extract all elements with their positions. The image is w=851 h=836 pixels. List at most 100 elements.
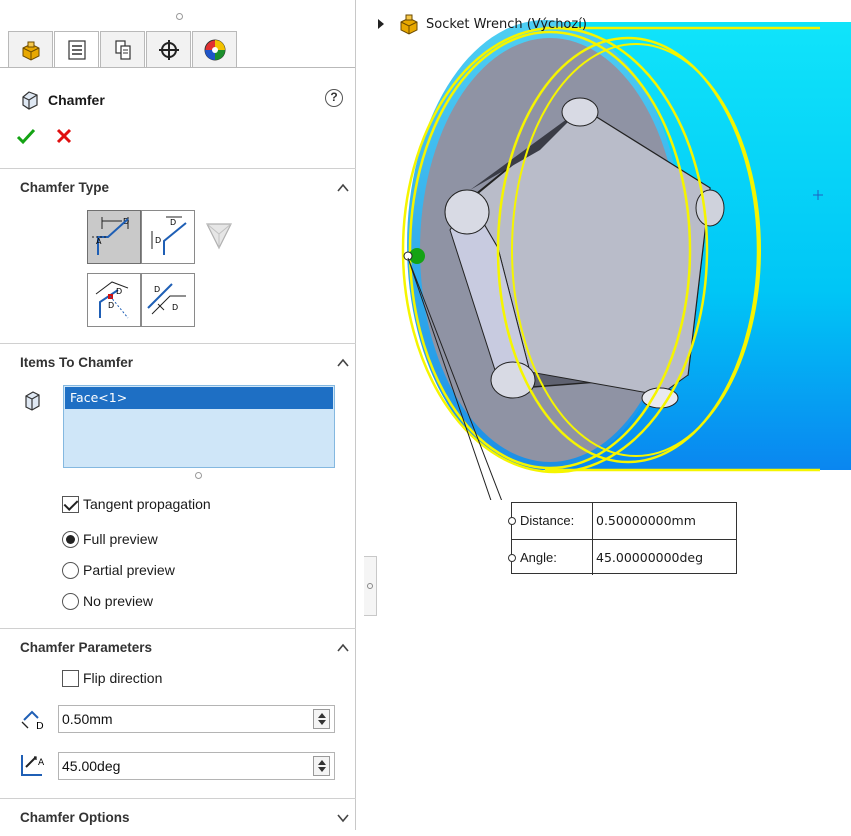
chamfer-feature-icon (22, 91, 38, 110)
chevron-down-icon[interactable] (336, 811, 350, 825)
tab-display-manager[interactable] (192, 31, 237, 68)
radio-label: Partial preview (83, 562, 175, 578)
svg-text:D: D (155, 236, 161, 245)
spin-down-icon[interactable] (318, 767, 326, 772)
chevron-up-icon[interactable] (336, 641, 350, 655)
section-chamfer-options[interactable]: Chamfer Options (0, 798, 356, 836)
callout-anchor-icon (508, 517, 516, 525)
radio-button[interactable] (62, 530, 79, 548)
display-manager-icon (204, 39, 225, 60)
chamfer-type-face-face-button[interactable]: D D (141, 273, 195, 327)
spin-down-icon[interactable] (318, 720, 326, 725)
face-selection-icon (25, 391, 40, 411)
socket-wrench-3d-model[interactable] (378, 0, 851, 500)
angle-spinner[interactable] (313, 756, 330, 776)
vertex-icon (206, 223, 232, 250)
panel-resize-handle[interactable] (176, 13, 183, 20)
checkbox-label: Flip direction (83, 670, 163, 686)
callout-distance-row[interactable]: Distance: 0.50000000mm (508, 503, 736, 539)
cancel-x-icon[interactable] (54, 126, 74, 146)
chamfer-dimension-callout[interactable]: Distance: 0.50000000mm Angle: 45.0000000… (508, 502, 737, 575)
chamfer-type-angle-distance-button[interactable]: D A (87, 210, 141, 264)
part-name-label: Socket Wrench (Výchozí) (426, 16, 587, 32)
tangent-propagation-checkbox[interactable]: Tangent propagation (62, 493, 211, 515)
feature-title: Chamfer (48, 92, 105, 108)
svg-text:D: D (172, 303, 178, 312)
section-title: Chamfer Options (20, 810, 130, 825)
selection-box-resize-handle[interactable] (195, 472, 202, 479)
ok-checkmark-icon[interactable] (16, 126, 36, 146)
svg-text:D: D (154, 285, 160, 294)
distance-field[interactable] (58, 705, 335, 733)
callout-angle-row[interactable]: Angle: 45.00000000deg (508, 539, 736, 575)
svg-text:A: A (96, 237, 102, 246)
angle-field[interactable] (58, 752, 335, 780)
checkbox-box[interactable] (62, 495, 79, 513)
section-title: Chamfer Parameters (20, 640, 153, 655)
help-icon[interactable]: ? (325, 89, 343, 107)
chamfer-type-vertex-button (203, 216, 235, 252)
chevron-up-icon[interactable] (336, 356, 350, 370)
chamfer-type-offset-face-button[interactable]: D D (87, 273, 141, 327)
tabs-divider (0, 67, 355, 68)
panel-splitter[interactable] (364, 556, 377, 616)
manager-tabs (8, 31, 238, 68)
svg-text:D: D (170, 218, 176, 227)
spin-up-icon[interactable] (318, 760, 326, 765)
radio-label: Full preview (83, 531, 158, 547)
radio-button[interactable] (62, 561, 79, 579)
callout-anchor-icon (508, 554, 516, 562)
partial-preview-radio[interactable]: Partial preview (62, 559, 175, 581)
angle-icon: A (21, 755, 45, 776)
distance-icon: D (21, 710, 44, 732)
section-title: Chamfer Type (20, 180, 110, 195)
radio-button[interactable] (62, 592, 79, 610)
checkbox-box[interactable] (62, 669, 79, 687)
items-selection-box[interactable]: Face<1> (63, 385, 335, 468)
callout-distance-value[interactable]: 0.50000000mm (596, 513, 696, 528)
selected-face-item[interactable]: Face<1> (65, 387, 333, 409)
checkbox-label: Tangent propagation (83, 496, 211, 512)
part-icon (400, 14, 418, 35)
flip-direction-checkbox[interactable]: Flip direction (62, 667, 162, 689)
section-title: Items To Chamfer (20, 355, 134, 370)
expand-arrow-icon[interactable] (378, 19, 384, 29)
feature-header: Chamfer (18, 88, 105, 112)
offset-face-icon: D D (95, 281, 129, 319)
angle-input[interactable] (59, 753, 304, 779)
svg-text:D: D (36, 721, 44, 732)
spin-up-icon[interactable] (318, 713, 326, 718)
radio-label: No preview (83, 593, 154, 609)
callout-distance-label: Distance: (520, 513, 575, 528)
chamfer-type-distance-distance-button[interactable]: D D (141, 210, 195, 264)
full-preview-radio[interactable]: Full preview (62, 528, 158, 550)
distance-input[interactable] (59, 706, 304, 732)
chevron-up-icon[interactable] (336, 181, 350, 195)
no-preview-radio[interactable]: No preview (62, 590, 153, 612)
tab-property-manager[interactable] (54, 31, 99, 68)
face-face-icon: D D (147, 283, 186, 315)
callout-angle-label: Angle: (520, 550, 557, 565)
tab-feature-manager[interactable] (8, 31, 53, 68)
svg-text:D: D (108, 301, 114, 310)
section-items-to-chamfer[interactable]: Items To Chamfer (0, 343, 356, 381)
configuration-manager-icon (114, 39, 131, 60)
feature-tree-root[interactable]: Socket Wrench (Výchozí) (378, 12, 587, 36)
distance-distance-icon: D D (151, 216, 187, 255)
section-chamfer-parameters[interactable]: Chamfer Parameters (0, 628, 356, 666)
svg-text:D: D (116, 287, 122, 296)
property-manager-icon (67, 39, 86, 60)
dimxpert-icon (158, 39, 179, 60)
callout-angle-value[interactable]: 45.00000000deg (596, 550, 703, 565)
callout-divider (592, 503, 593, 539)
angle-distance-icon: D A (92, 217, 129, 255)
property-manager-panel: Chamfer ? Chamfer Type D A D D D D D D I… (0, 0, 356, 830)
feature-manager-icon (22, 41, 39, 61)
distance-spinner[interactable] (313, 709, 330, 729)
svg-text:A: A (38, 758, 45, 768)
splitter-grip-icon (367, 583, 373, 589)
section-chamfer-type[interactable]: Chamfer Type (0, 168, 356, 206)
callout-divider (592, 540, 593, 575)
tab-dimxpert-manager[interactable] (146, 31, 191, 68)
tab-configuration-manager[interactable] (100, 31, 145, 68)
